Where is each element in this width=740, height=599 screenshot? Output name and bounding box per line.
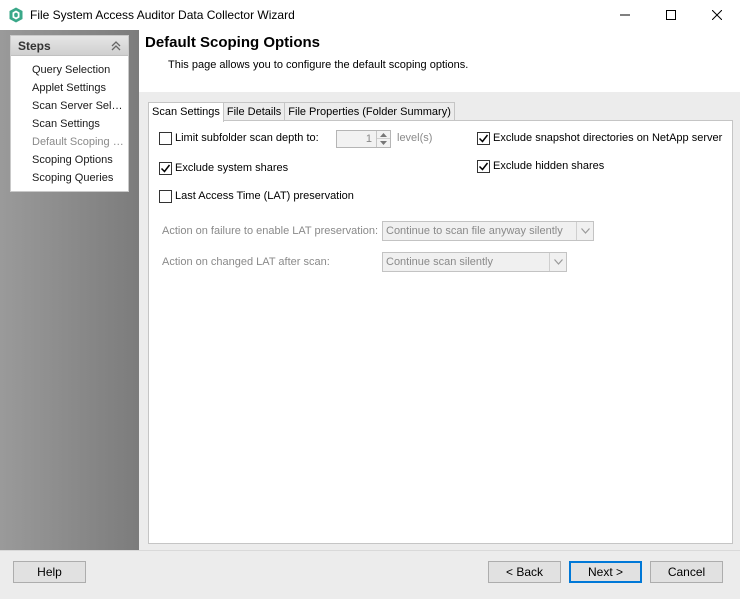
tab-strip: Scan Settings File Details File Properti…	[148, 102, 455, 122]
chevron-down-icon	[549, 253, 566, 271]
steps-title: Steps	[18, 39, 51, 53]
lat-changed-action-select[interactable]: Continue scan silently	[382, 252, 567, 272]
steps-header[interactable]: Steps	[11, 36, 128, 56]
step-default-scoping-options[interactable]: Default Scoping Options	[32, 136, 124, 148]
chevron-down-icon	[576, 222, 593, 240]
depth-spinner[interactable]: 1	[336, 130, 391, 148]
maximize-button[interactable]	[648, 0, 694, 30]
lat-preservation-checkbox[interactable]	[159, 190, 172, 203]
close-button[interactable]	[694, 0, 740, 30]
help-button[interactable]: Help	[13, 561, 86, 583]
depth-unit-label: level(s)	[397, 132, 433, 144]
window-title: File System Access Auditor Data Collecto…	[30, 8, 295, 22]
step-applet-settings[interactable]: Applet Settings	[32, 82, 124, 94]
page-title: Default Scoping Options	[145, 34, 320, 51]
exclude-snapshot-checkbox[interactable]	[477, 132, 490, 145]
scan-settings-panel: Limit subfolder scan depth to: 1 level(s…	[148, 120, 733, 544]
exclude-snapshot-label: Exclude snapshot directories on NetApp s…	[493, 132, 723, 144]
step-scoping-queries[interactable]: Scoping Queries	[32, 172, 124, 184]
spin-up-icon[interactable]	[377, 131, 390, 139]
depth-value: 1	[365, 133, 372, 145]
limit-depth-label: Limit subfolder scan depth to:	[175, 132, 319, 144]
page-description: This page allows you to configure the de…	[168, 59, 469, 71]
lat-changed-action-label: Action on changed LAT after scan:	[162, 256, 330, 268]
limit-depth-checkbox[interactable]	[159, 132, 172, 145]
step-query-selection[interactable]: Query Selection	[32, 64, 124, 76]
step-scan-settings[interactable]: Scan Settings	[32, 118, 124, 130]
next-button[interactable]: Next >	[569, 561, 642, 583]
collapse-chevrons-icon[interactable]	[110, 39, 122, 53]
title-bar: File System Access Auditor Data Collecto…	[0, 0, 740, 30]
tab-scan-settings[interactable]: Scan Settings	[148, 102, 224, 122]
back-button[interactable]: < Back	[488, 561, 561, 583]
checkmark-icon	[478, 134, 489, 143]
lat-failure-action-label: Action on failure to enable LAT preserva…	[162, 225, 379, 237]
minimize-icon	[620, 14, 630, 16]
exclude-system-shares-label: Exclude system shares	[175, 162, 289, 174]
exclude-hidden-shares-checkbox[interactable]	[477, 160, 490, 173]
footer: Help < Back Next > Cancel	[0, 550, 740, 599]
cancel-button[interactable]: Cancel	[650, 561, 723, 583]
lat-preservation-label: Last Access Time (LAT) preservation	[175, 190, 354, 202]
step-scan-server-selection[interactable]: Scan Server Selection	[32, 100, 124, 112]
minimize-button[interactable]	[602, 0, 648, 30]
lat-failure-action-value: Continue to scan file anyway silently	[386, 225, 563, 237]
spin-down-icon[interactable]	[377, 139, 390, 147]
checkmark-icon	[160, 164, 171, 173]
content-area: Default Scoping Options This page allows…	[139, 30, 740, 550]
maximize-icon	[666, 10, 676, 20]
lat-failure-action-select[interactable]: Continue to scan file anyway silently	[382, 221, 594, 241]
page-header: Default Scoping Options This page allows…	[139, 30, 740, 92]
tab-file-details[interactable]: File Details	[222, 102, 286, 121]
exclude-system-shares-checkbox[interactable]	[159, 162, 172, 175]
lat-changed-action-value: Continue scan silently	[386, 256, 494, 268]
tab-file-properties[interactable]: File Properties (Folder Summary)	[284, 102, 455, 121]
steps-panel: Steps Query Selection Applet Settings Sc…	[10, 35, 129, 192]
close-icon	[712, 10, 722, 20]
sidebar: Steps Query Selection Applet Settings Sc…	[0, 30, 139, 550]
step-scoping-options[interactable]: Scoping Options	[32, 154, 124, 166]
app-hexagon-icon	[8, 7, 24, 23]
spinner-buttons	[376, 131, 390, 147]
exclude-hidden-shares-label: Exclude hidden shares	[493, 160, 605, 172]
checkmark-icon	[478, 162, 489, 171]
